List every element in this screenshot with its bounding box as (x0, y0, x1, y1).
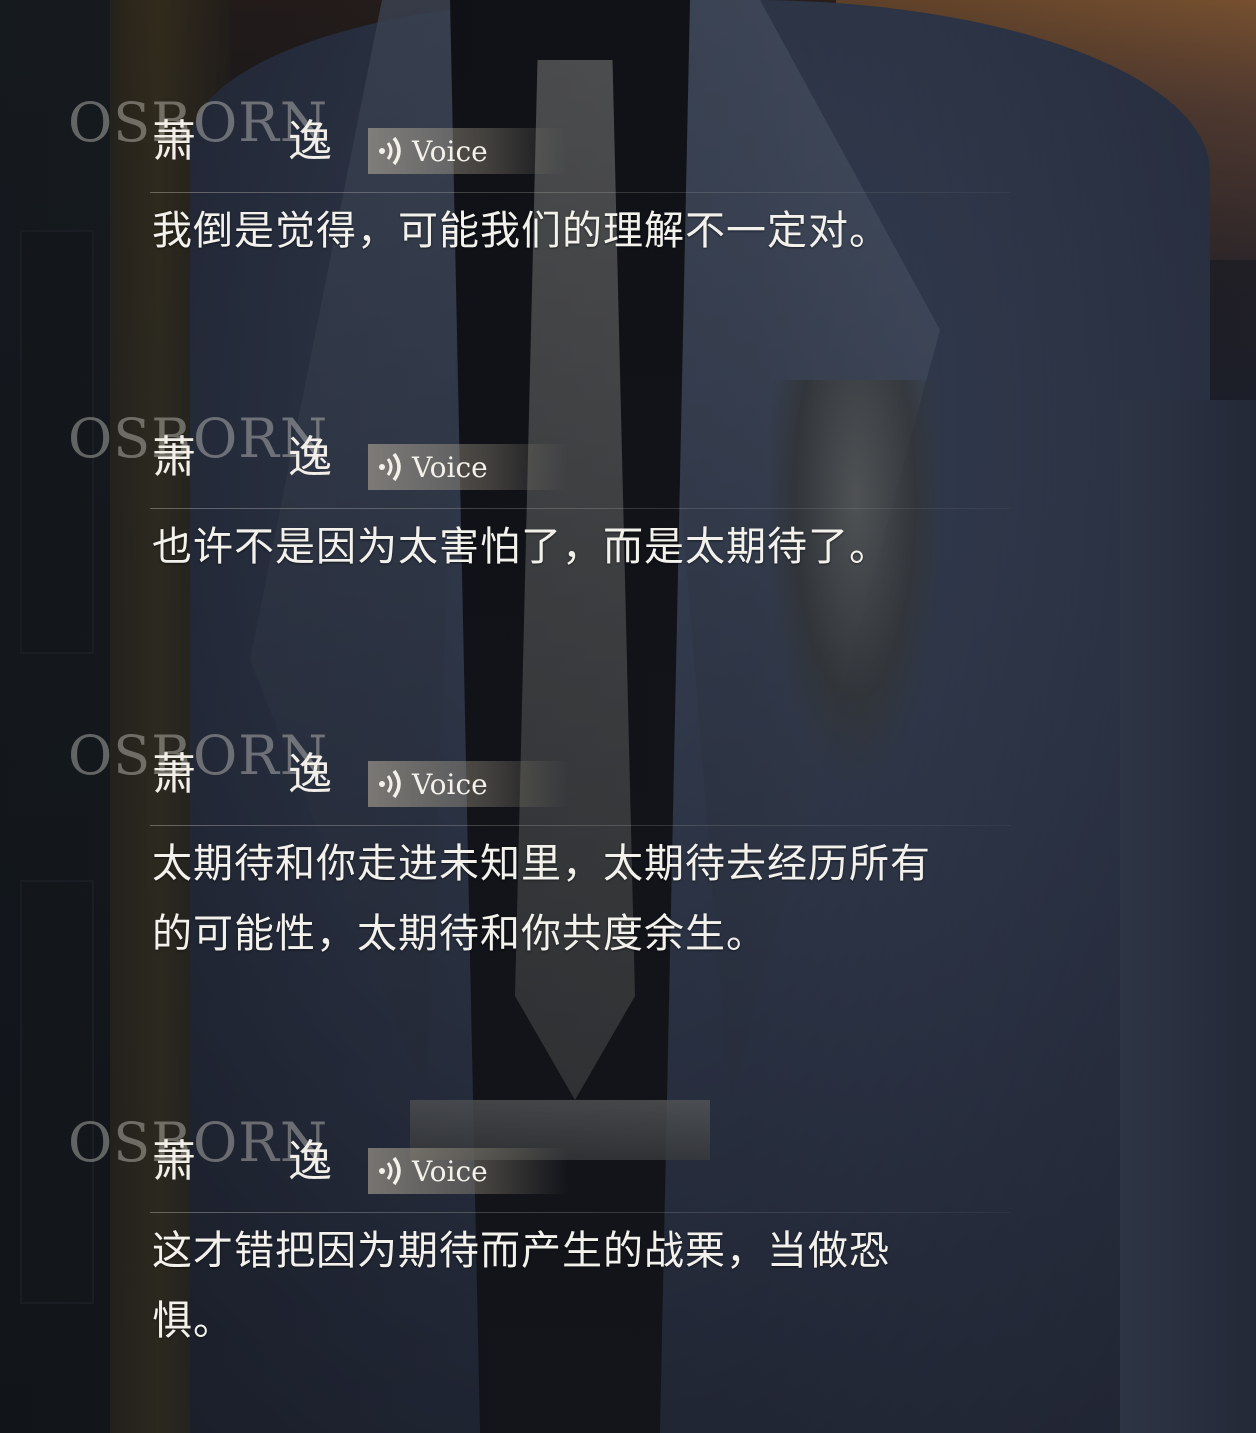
divider (150, 825, 1010, 826)
voice-button[interactable]: Voice (368, 1148, 568, 1194)
voice-label: Voice (412, 767, 488, 801)
dialogue-text: 我倒是觉得，可能我们的理解不一定对。 (152, 208, 890, 254)
voice-label: Voice (412, 1154, 488, 1188)
voice-button[interactable]: Voice (368, 444, 568, 490)
speaker-wave-icon (374, 1153, 410, 1189)
voice-button[interactable]: Voice (368, 761, 568, 807)
speaker-wave-icon (374, 766, 410, 802)
voice-label: Voice (412, 134, 488, 168)
speaker-wave-icon (374, 133, 410, 169)
dialogue-text: 太期待和你走进未知里，太期待去经历所有的可能性，太期待和你共度余生。 (152, 841, 931, 957)
divider (150, 1212, 1010, 1213)
dialogue-text: 这才错把因为期待而产生的战栗，当做恐惧。 (152, 1228, 890, 1344)
dialogue-text: 也许不是因为太害怕了，而是太期待了。 (152, 524, 890, 570)
voice-button[interactable]: Voice (368, 128, 568, 174)
voice-label: Voice (412, 450, 488, 484)
speaker-wave-icon (374, 449, 410, 485)
divider (150, 192, 1010, 193)
divider (150, 508, 1010, 509)
